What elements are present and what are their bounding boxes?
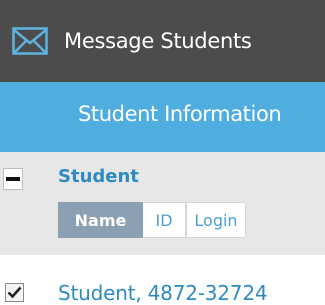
message-students-panel: Message Students Student Information Stu… bbox=[0, 0, 325, 305]
student-information-label: Student Information bbox=[78, 102, 282, 126]
student-column-header[interactable]: Student bbox=[58, 166, 139, 187]
checkmark-icon bbox=[7, 286, 22, 299]
row-checkbox[interactable] bbox=[5, 283, 24, 302]
student-name-link[interactable]: Student, 4872-32724 bbox=[58, 281, 268, 305]
envelope-icon bbox=[11, 25, 49, 57]
sort-by-id-button[interactable]: ID bbox=[143, 202, 186, 238]
minus-icon bbox=[6, 177, 20, 181]
header-title: Message Students bbox=[64, 29, 252, 53]
sort-by-name-button[interactable]: Name bbox=[58, 202, 143, 238]
collapse-all-toggle[interactable] bbox=[3, 168, 23, 190]
student-information-bar: Student Information bbox=[0, 82, 325, 152]
message-students-header[interactable]: Message Students bbox=[0, 0, 325, 82]
table-header: Student Name ID Login bbox=[0, 152, 325, 255]
sort-toggle-group: Name ID Login bbox=[58, 202, 246, 238]
sort-by-login-button[interactable]: Login bbox=[186, 202, 246, 238]
table-row: Student, 4872-32724 bbox=[0, 255, 325, 305]
